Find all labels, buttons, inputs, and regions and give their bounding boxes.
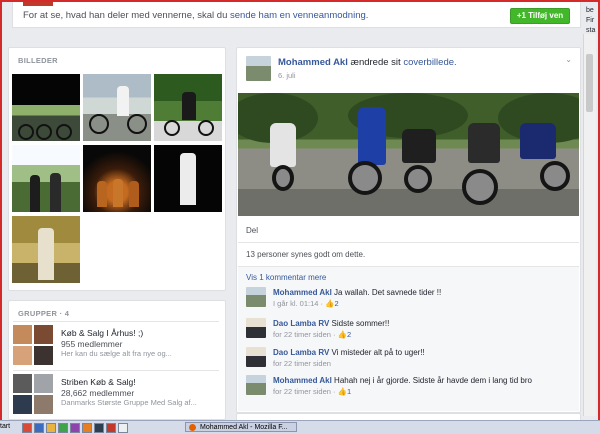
comment-body: Sidste sommer!!: [329, 319, 390, 328]
comment-avatar[interactable]: [246, 287, 266, 307]
comment-body: Ja wallah. Det savnede tider !!: [331, 288, 442, 297]
thumbs-up-icon[interactable]: 👍: [338, 330, 347, 339]
taskbar-app-icon[interactable]: [106, 423, 116, 433]
group-item[interactable]: Striben Køb & Salg! 28,662 medlemmer Dan…: [13, 374, 218, 414]
comment: Mohammed Akl Ja wallah. Det savnede tide…: [246, 287, 571, 315]
photo-thumbnail[interactable]: [83, 74, 151, 141]
taskbar-app-icon[interactable]: [58, 423, 68, 433]
likes-summary[interactable]: 13 personer synes godt om dette.: [246, 250, 365, 259]
divider: [13, 321, 219, 322]
taskbar-app-icon[interactable]: [70, 423, 80, 433]
post-header: Mohammed Akl ændrede sit coverbillede.: [278, 57, 457, 68]
chevron-down-icon[interactable]: ⌄: [565, 55, 572, 64]
comment-text: Mohammed Akl Hahah nej i år gjorde. Sids…: [273, 376, 532, 385]
firefox-icon: [189, 424, 196, 431]
group-name[interactable]: Køb & Salg I Århus! ;): [61, 328, 143, 338]
page-scrollbar[interactable]: [583, 34, 596, 416]
start-button[interactable]: tart: [0, 421, 16, 434]
group-member-count: 955 medlemmer: [61, 339, 123, 349]
post-date[interactable]: 6. juli: [278, 71, 296, 80]
photo-thumbnail[interactable]: [154, 74, 222, 141]
post-author-name[interactable]: Mohammed Akl: [278, 57, 348, 68]
group-description: Her kan du sælge alt fra nye og...: [61, 349, 172, 358]
comment: Mohammed Akl Hahah nej i år gjorde. Sids…: [246, 375, 571, 403]
comment-like-count[interactable]: 2: [347, 330, 351, 339]
os-taskbar: tart Mohammed Akl - Mozilla F...: [0, 420, 600, 434]
taskbar-app-icon[interactable]: [34, 423, 44, 433]
taskbar-app-icon[interactable]: [46, 423, 56, 433]
taskbar-app-icon[interactable]: [118, 423, 128, 433]
comment-meta: for 22 timer siden: [273, 359, 331, 368]
right-cut-text: be Fir sta: [586, 7, 596, 34]
divider: [13, 370, 219, 371]
comment-meta: for 22 timer siden · 👍1: [273, 387, 351, 396]
comment-author[interactable]: Dao Lamba RV: [273, 319, 329, 328]
comment-time[interactable]: for 22 timer siden: [273, 359, 331, 368]
comment: Dao Lamba RV Sidste sommer!! for 22 time…: [246, 318, 571, 346]
comment-time[interactable]: I går kl. 01:14 ·: [273, 299, 325, 308]
photo-thumbnail[interactable]: [12, 145, 80, 212]
add-friend-button[interactable]: +1 Tilføj ven: [510, 8, 570, 24]
photos-title[interactable]: BILLEDER: [18, 56, 58, 65]
comment-time[interactable]: for 22 timer siden ·: [273, 330, 338, 339]
comment: Dao Lamba RV Vi misteder alt på to uger!…: [246, 347, 571, 375]
comment-like-count[interactable]: 1: [347, 387, 351, 396]
divider: [238, 242, 579, 243]
cover-photo-image[interactable]: [238, 93, 579, 216]
taskbar-window-title: Mohammed Akl - Mozilla F...: [200, 424, 288, 431]
group-name[interactable]: Striben Køb & Salg!: [61, 377, 136, 387]
group-item[interactable]: Køb & Salg I Århus! ;) 955 medlemmer Her…: [13, 325, 218, 365]
comment-text: Mohammed Akl Ja wallah. Det savnede tide…: [273, 288, 441, 297]
photo-thumbnail[interactable]: [12, 216, 80, 283]
banner-accent: [23, 2, 53, 6]
photos-card: BILLEDER: [8, 47, 226, 291]
comment-meta: for 22 timer siden · 👍2: [273, 330, 351, 339]
taskbar-app-icon[interactable]: [94, 423, 104, 433]
group-thumbnail[interactable]: [13, 374, 53, 414]
photo-thumbnail[interactable]: [12, 74, 80, 141]
comment-author[interactable]: Mohammed Akl: [273, 376, 332, 385]
comment-body: Vi misteder alt på to uger!!: [329, 348, 425, 357]
send-friend-request-link[interactable]: sende ham en venneanmodning.: [230, 10, 368, 21]
comment-time[interactable]: for 22 timer siden ·: [273, 387, 338, 396]
comment-author[interactable]: Mohammed Akl: [273, 288, 332, 297]
timeline-post: Mohammed Akl ændrede sit coverbillede. 6…: [236, 47, 581, 413]
taskbar-app-icon[interactable]: [22, 423, 32, 433]
comment-avatar[interactable]: [246, 318, 266, 338]
banner-text: For at se, hvad han deler med vennerne, …: [23, 10, 231, 21]
group-member-count: 28,662 medlemmer: [61, 388, 135, 398]
photo-thumbnail[interactable]: [154, 145, 222, 212]
comment-avatar[interactable]: [246, 375, 266, 395]
post-action-text: ændrede sit: [347, 57, 404, 68]
comment-meta: I går kl. 01:14 · 👍2: [273, 299, 339, 308]
comment-author[interactable]: Dao Lamba RV: [273, 348, 329, 357]
view-more-comments-link[interactable]: Vis 1 kommentar mere: [246, 273, 326, 282]
thumbs-up-icon[interactable]: 👍: [338, 387, 347, 396]
group-description: Danmarks Største Gruppe Med Salg af...: [61, 398, 197, 407]
post-date-text[interactable]: 6. juli: [278, 71, 296, 80]
comment-like-count[interactable]: 2: [334, 299, 338, 308]
post-author-avatar[interactable]: [246, 56, 271, 81]
window-frame-left: [0, 0, 2, 420]
groups-title[interactable]: GRUPPER · 4: [18, 309, 69, 318]
group-thumbnail[interactable]: [13, 325, 53, 365]
comment-text: Dao Lamba RV Sidste sommer!!: [273, 319, 389, 328]
banner-message: For at se, hvad han deler med vennerne, …: [23, 10, 368, 21]
comment-text: Dao Lamba RV Vi misteder alt på to uger!…: [273, 348, 425, 357]
taskbar-window-firefox[interactable]: Mohammed Akl - Mozilla F...: [185, 422, 297, 432]
share-link[interactable]: Del: [246, 226, 258, 235]
friend-request-banner: For at se, hvad han deler med vennerne, …: [12, 2, 581, 28]
comment-avatar[interactable]: [246, 347, 266, 367]
groups-card: GRUPPER · 4 Køb & Salg I Århus! ;) 955 m…: [8, 300, 226, 420]
taskbar-app-icon[interactable]: [82, 423, 92, 433]
scrollbar-thumb[interactable]: [586, 54, 593, 112]
comment-body: Hahah nej i år gjorde. Sidste år havde d…: [331, 376, 532, 385]
cover-photo-link[interactable]: coverbillede.: [403, 57, 456, 68]
photo-thumbnail[interactable]: [83, 145, 151, 212]
